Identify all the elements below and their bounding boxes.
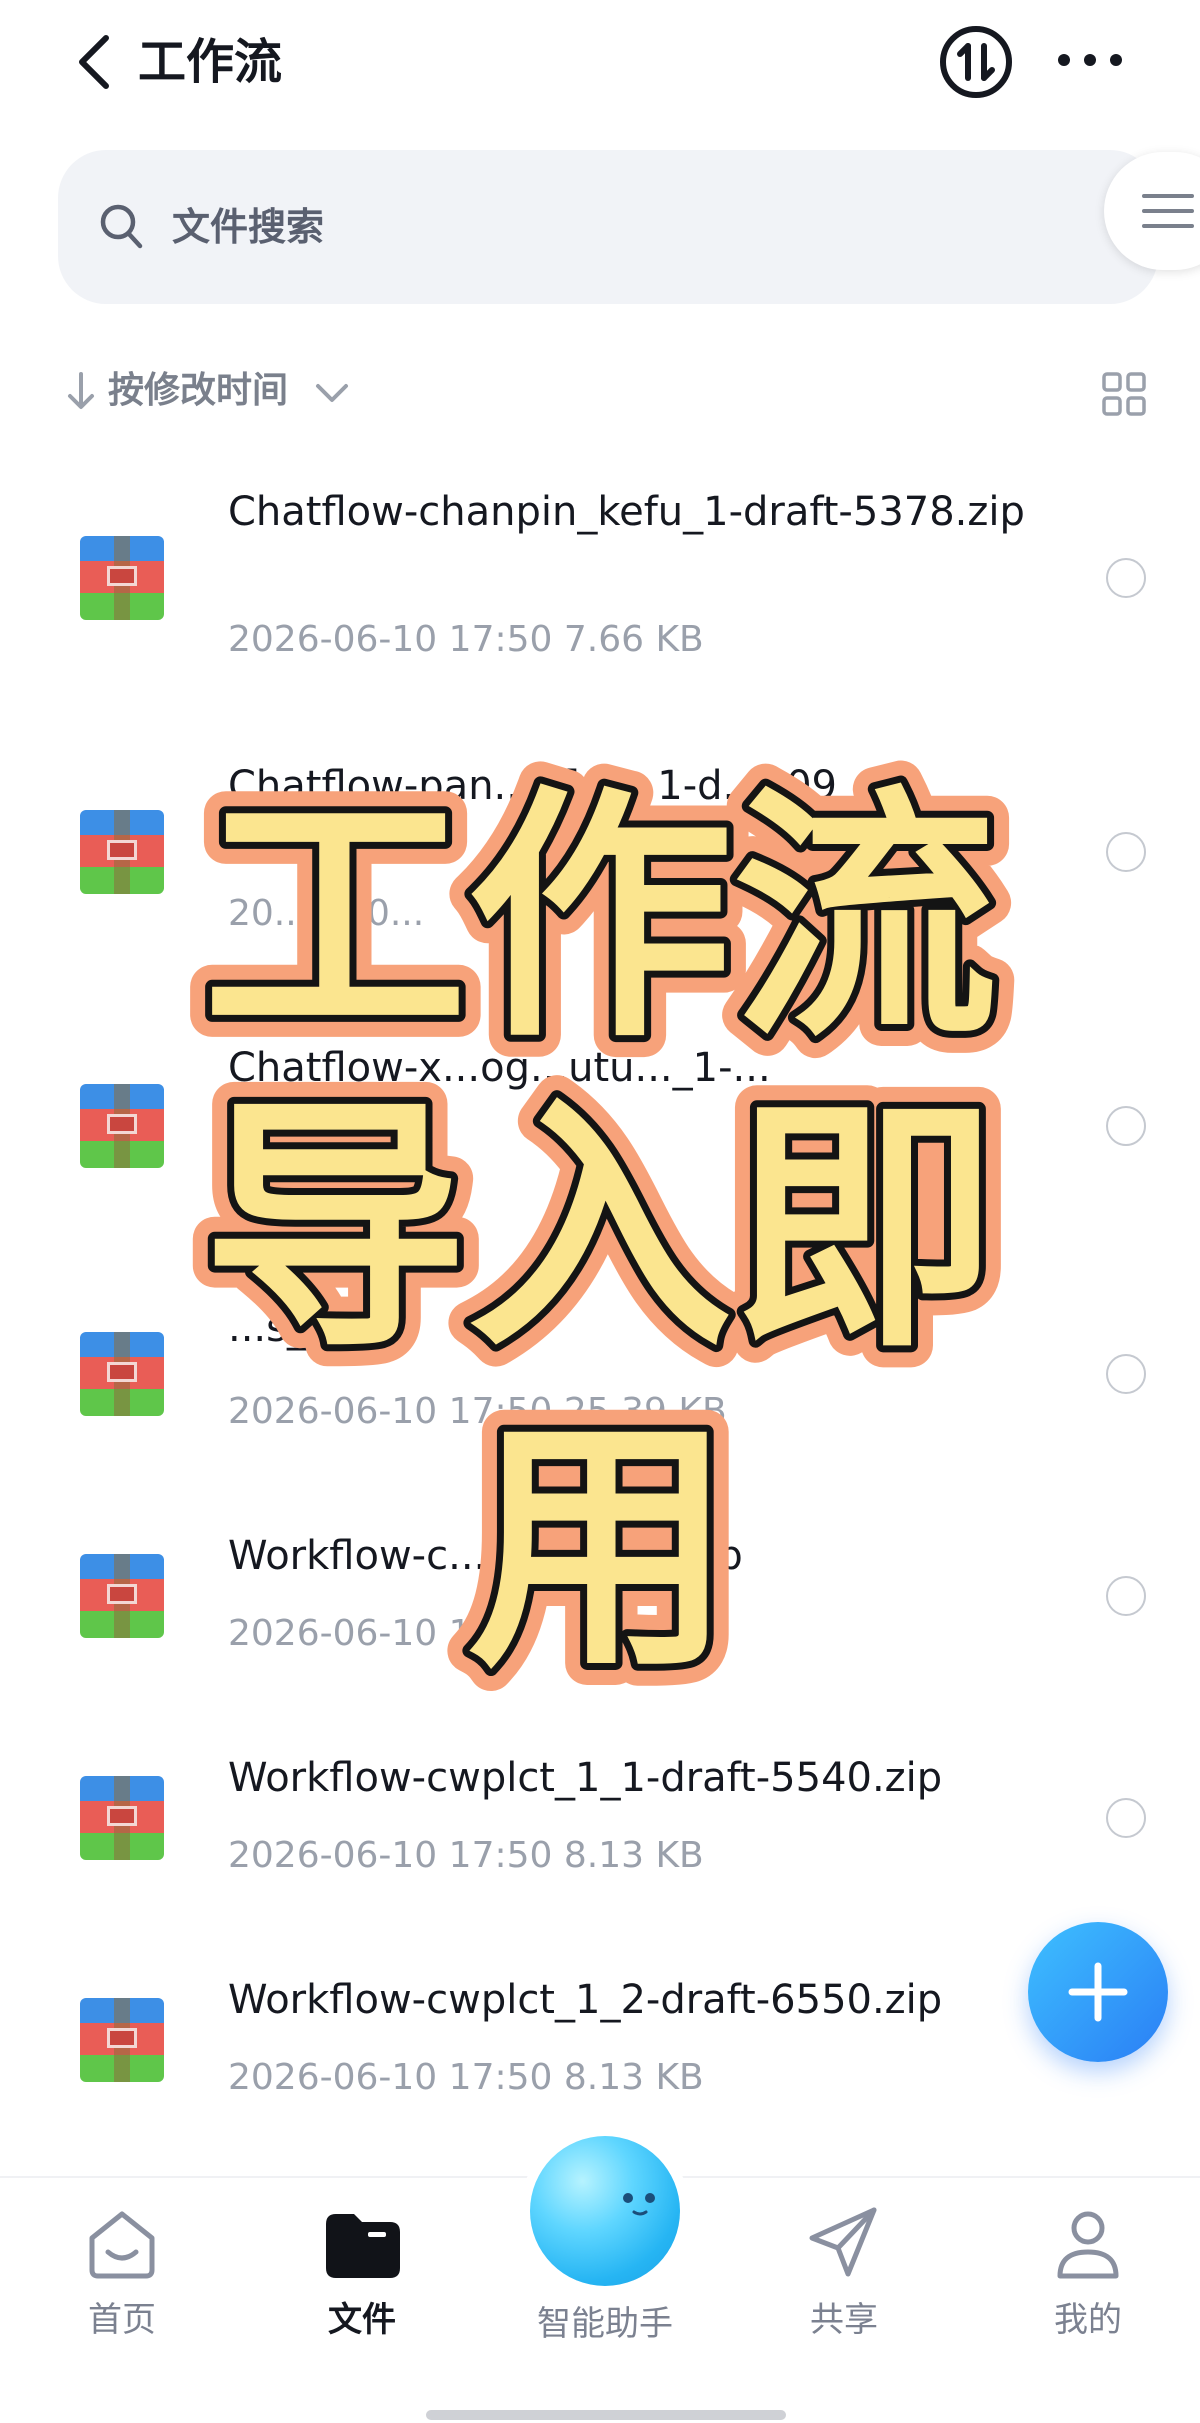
nav-item-home[interactable]: 首页 xyxy=(22,2298,222,2342)
menu-lines-icon xyxy=(1142,194,1194,228)
file-name[interactable]: Chatflow-chanpin_kefu_1-draft-5378.zip xyxy=(228,484,1048,540)
overlay-line-3: 用 xyxy=(468,1395,733,1703)
send-icon[interactable] xyxy=(804,2202,884,2282)
file-meta: 2026-06-10 17:50 7.66 KB xyxy=(228,619,704,660)
overlay-line-2: 导入即 xyxy=(203,1075,998,1383)
file-meta: 2026-06-10 17:50 8.13 KB xyxy=(228,2057,704,2098)
nav-item-files[interactable]: 文件 xyxy=(262,2298,462,2342)
search-icon xyxy=(100,204,143,249)
select-checkbox[interactable] xyxy=(1106,1798,1146,1838)
add-button[interactable] xyxy=(1028,1922,1168,2062)
chevron-down-icon[interactable] xyxy=(312,378,352,408)
home-indicator[interactable] xyxy=(426,2410,786,2420)
plus-icon xyxy=(1068,1962,1128,2022)
search-placeholder: 文件搜索 xyxy=(172,205,325,249)
nav-item-assistant[interactable]: 智能助手 xyxy=(505,2302,705,2346)
select-checkbox[interactable] xyxy=(1106,1576,1146,1616)
transfer-arrows-icon[interactable] xyxy=(938,24,1014,100)
folder-icon[interactable] xyxy=(322,2206,404,2282)
file-name[interactable]: Workflow-cwplct_1_2-draft-6550.zip xyxy=(228,1972,1048,2028)
nav-label: 我的 xyxy=(1054,2300,1122,2340)
nav-item-me[interactable]: 我的 xyxy=(988,2298,1188,2342)
home-icon[interactable] xyxy=(82,2204,162,2284)
grid-view-icon[interactable] xyxy=(1100,370,1148,418)
select-checkbox[interactable] xyxy=(1106,1106,1146,1146)
assistant-face-icon xyxy=(623,2193,655,2216)
nav-label: 首页 xyxy=(88,2300,156,2340)
more-dots-icon[interactable] xyxy=(1050,44,1130,76)
overlay-line-1: 工作流 xyxy=(203,765,998,1073)
person-icon[interactable] xyxy=(1048,2204,1128,2284)
zip-file-icon xyxy=(80,1776,164,1860)
page-title: 工作流 xyxy=(138,34,283,90)
chevron-left-icon[interactable] xyxy=(70,30,120,94)
zip-file-icon xyxy=(80,1998,164,2082)
file-meta: 2026-06-10 17:50 8.13 KB xyxy=(228,1835,704,1876)
nav-label: 共享 xyxy=(810,2300,878,2340)
nav-label: 智能助手 xyxy=(537,2304,673,2344)
sort-arrow-icon[interactable] xyxy=(64,368,98,414)
list-menu-button[interactable] xyxy=(1104,152,1200,270)
assistant-ball-icon[interactable] xyxy=(530,2136,680,2286)
select-checkbox[interactable] xyxy=(1106,1354,1146,1394)
overlay-caption: 工作流 工作流 导入即 导入即 用 用 xyxy=(181,760,1020,1725)
zip-file-icon xyxy=(80,536,164,620)
nav-label: 文件 xyxy=(328,2300,396,2340)
select-checkbox[interactable] xyxy=(1106,832,1146,872)
sort-label[interactable]: 按修改时间 xyxy=(108,364,288,418)
select-checkbox[interactable] xyxy=(1106,558,1146,598)
nav-item-share[interactable]: 共享 xyxy=(744,2298,944,2342)
